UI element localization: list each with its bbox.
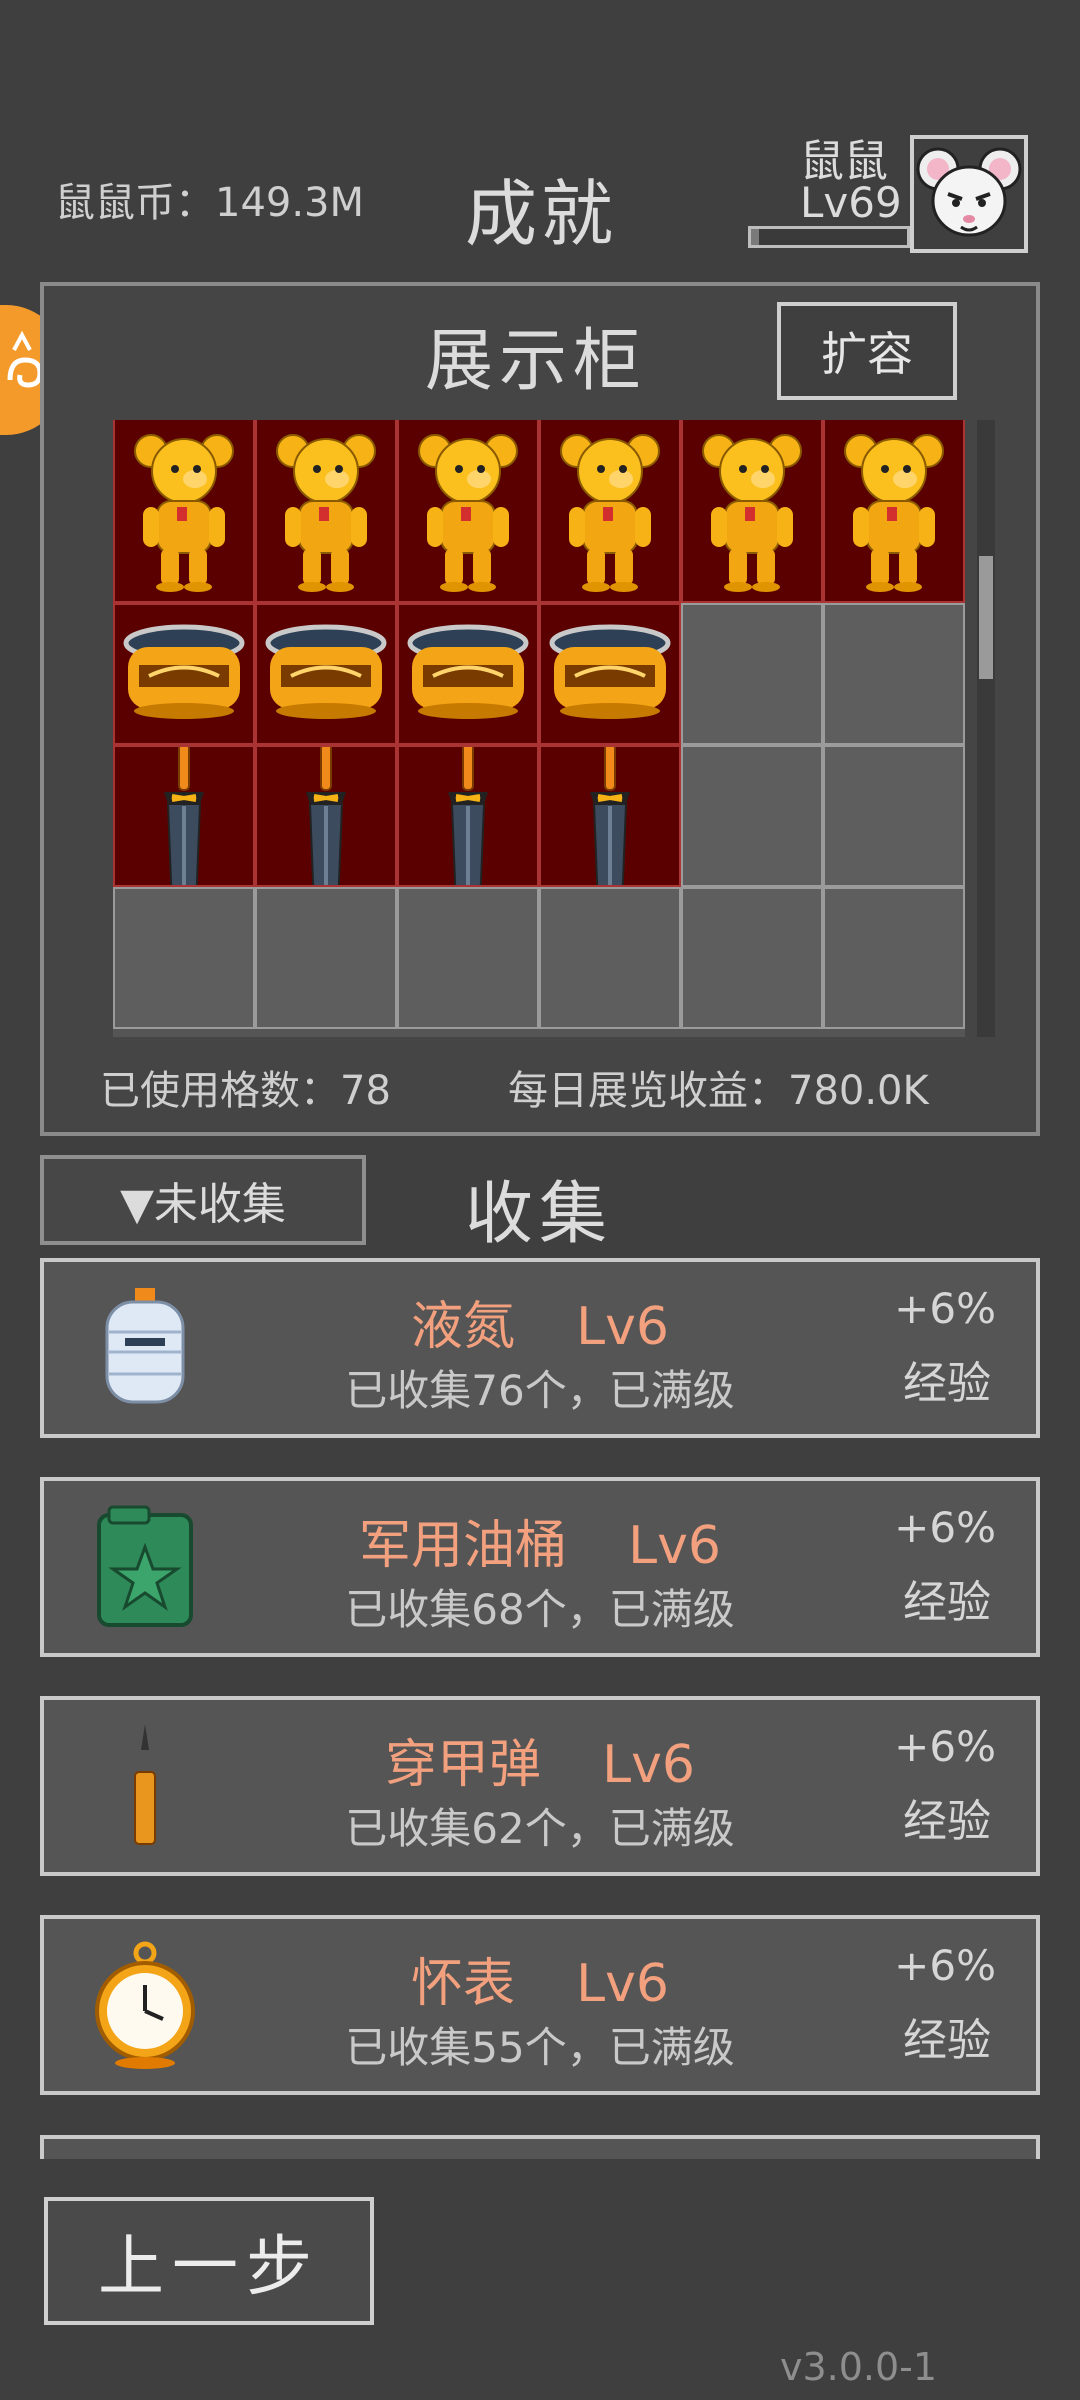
cabinet-scrollbar[interactable] xyxy=(977,420,995,1037)
cabinet-slot-sword[interactable] xyxy=(255,745,397,887)
cabinet-slot-empty[interactable] xyxy=(681,887,823,1029)
golden-bear-icon xyxy=(825,420,963,601)
cabinet-grid[interactable] xyxy=(113,420,965,1037)
collection-item-name: 穿甲弹 Lv6 xyxy=(44,1722,1036,1797)
collection-item-level: Lv6 xyxy=(602,1735,695,1795)
cabinet-slot-golden-bear[interactable] xyxy=(113,420,255,603)
collection-item-level: Lv6 xyxy=(628,1516,721,1576)
collection-item-title: 穿甲弹 xyxy=(385,1735,542,1795)
cabinet-slot-empty[interactable] xyxy=(681,603,823,745)
collection-item-bonus: +6% xyxy=(894,1284,996,1333)
cabinet-slot-empty[interactable] xyxy=(539,887,681,1029)
sword-icon xyxy=(399,747,537,885)
cabinet-slot-empty[interactable] xyxy=(823,603,965,745)
xp-progress-bar xyxy=(748,226,910,248)
cabinet-slot-empty[interactable] xyxy=(823,887,965,1029)
back-button[interactable]: 上一步 xyxy=(44,2197,374,2325)
collection-item-level: Lv6 xyxy=(576,1954,669,2014)
cabinet-slot-empty[interactable] xyxy=(681,745,823,887)
golden-bear-icon xyxy=(541,420,679,601)
collection-item-progress: 已收集76个，已满级 xyxy=(345,1366,735,1415)
expand-button[interactable]: 扩容 xyxy=(777,302,957,400)
cabinet-slot-golden-bear[interactable] xyxy=(255,420,397,603)
collection-item-progress: 已收集55个，已满级 xyxy=(345,2023,735,2072)
collection-card[interactable]: 液氮 Lv6 已收集76个，已满级 +6% 经验 xyxy=(40,1258,1040,1438)
cabinet-slot-golden-jar[interactable] xyxy=(113,603,255,745)
cabinet-slot-empty[interactable] xyxy=(255,887,397,1029)
cabinet-slot-empty[interactable] xyxy=(113,887,255,1029)
cabinet-slot-golden-jar[interactable] xyxy=(255,603,397,745)
cabinet-slot-golden-bear[interactable] xyxy=(823,420,965,603)
golden-jar-icon xyxy=(257,605,395,743)
golden-bear-icon xyxy=(399,420,537,601)
collection-item-bonus-label: 经验 xyxy=(903,1577,991,1628)
cabinet-slot-sword[interactable] xyxy=(113,745,255,887)
cabinet-scroll-thumb[interactable] xyxy=(979,555,993,680)
collection-item-name: 液氮 Lv6 xyxy=(44,1284,1036,1359)
collection-item-level: Lv6 xyxy=(576,1297,669,1357)
collection-item-bonus: +6% xyxy=(894,1941,996,1990)
used-slots-count: 已使用格数：78 xyxy=(100,1068,391,1114)
golden-bear-icon xyxy=(257,420,395,601)
page-title: 成就 xyxy=(465,172,618,256)
uncollected-filter-button[interactable]: ▼未收集 xyxy=(40,1155,366,1245)
collection-item-title: 怀表 xyxy=(411,1954,516,2014)
cabinet-slot-golden-bear[interactable] xyxy=(681,420,823,603)
cabinet-slot-golden-jar[interactable] xyxy=(539,603,681,745)
mouse-avatar-icon xyxy=(916,147,1022,237)
golden-jar-icon xyxy=(541,605,679,743)
cabinet-slot-empty[interactable] xyxy=(823,745,965,887)
collection-item-name: 怀表 Lv6 xyxy=(44,1941,1036,2016)
sword-icon xyxy=(257,747,395,885)
cabinet-title: 展示柜 xyxy=(425,322,648,401)
cabinet-slot-golden-bear[interactable] xyxy=(539,420,681,603)
collection-item-bonus: +6% xyxy=(894,1503,996,1552)
player-level: Lv69 xyxy=(800,178,902,227)
coin-balance: 鼠鼠币：149.3M xyxy=(55,180,365,226)
collection-item-progress: 已收集68个，已满级 xyxy=(345,1585,735,1634)
cabinet-slot-empty[interactable] xyxy=(397,887,539,1029)
collection-item-bonus-label: 经验 xyxy=(903,1358,991,1409)
collection-card-partial xyxy=(40,2135,1040,2159)
golden-bear-icon xyxy=(683,420,821,601)
player-avatar[interactable] xyxy=(910,135,1028,253)
collection-card[interactable]: 军用油桶 Lv6 已收集68个，已满级 +6% 经验 xyxy=(40,1477,1040,1657)
collection-item-bonus: +6% xyxy=(894,1722,996,1771)
sword-icon xyxy=(115,747,253,885)
collection-title: 收集 xyxy=(465,1175,614,1254)
daily-exhibit-income: 每日展览收益：780.0K xyxy=(508,1068,929,1114)
version-label: v3.0.0-1 xyxy=(780,2345,938,2389)
collection-item-progress: 已收集62个，已满级 xyxy=(345,1804,735,1853)
collection-card[interactable]: 怀表 Lv6 已收集55个，已满级 +6% 经验 xyxy=(40,1915,1040,2095)
cabinet-slot-golden-jar[interactable] xyxy=(397,603,539,745)
golden-jar-icon xyxy=(399,605,537,743)
collection-item-bonus-label: 经验 xyxy=(903,2015,991,2066)
cabinet-slot-sword[interactable] xyxy=(397,745,539,887)
golden-bear-icon xyxy=(115,420,253,601)
collection-card[interactable]: 穿甲弹 Lv6 已收集62个，已满级 +6% 经验 xyxy=(40,1696,1040,1876)
collection-item-name: 军用油桶 Lv6 xyxy=(44,1503,1036,1578)
collection-item-bonus-label: 经验 xyxy=(903,1796,991,1847)
xp-progress-fill xyxy=(751,229,759,245)
cabinet-slot-sword[interactable] xyxy=(539,745,681,887)
cabinet-slot-golden-bear[interactable] xyxy=(397,420,539,603)
golden-jar-icon xyxy=(115,605,253,743)
collection-item-title: 军用油桶 xyxy=(359,1516,568,1576)
sword-icon xyxy=(541,747,679,885)
collection-item-title: 液氮 xyxy=(411,1297,516,1357)
